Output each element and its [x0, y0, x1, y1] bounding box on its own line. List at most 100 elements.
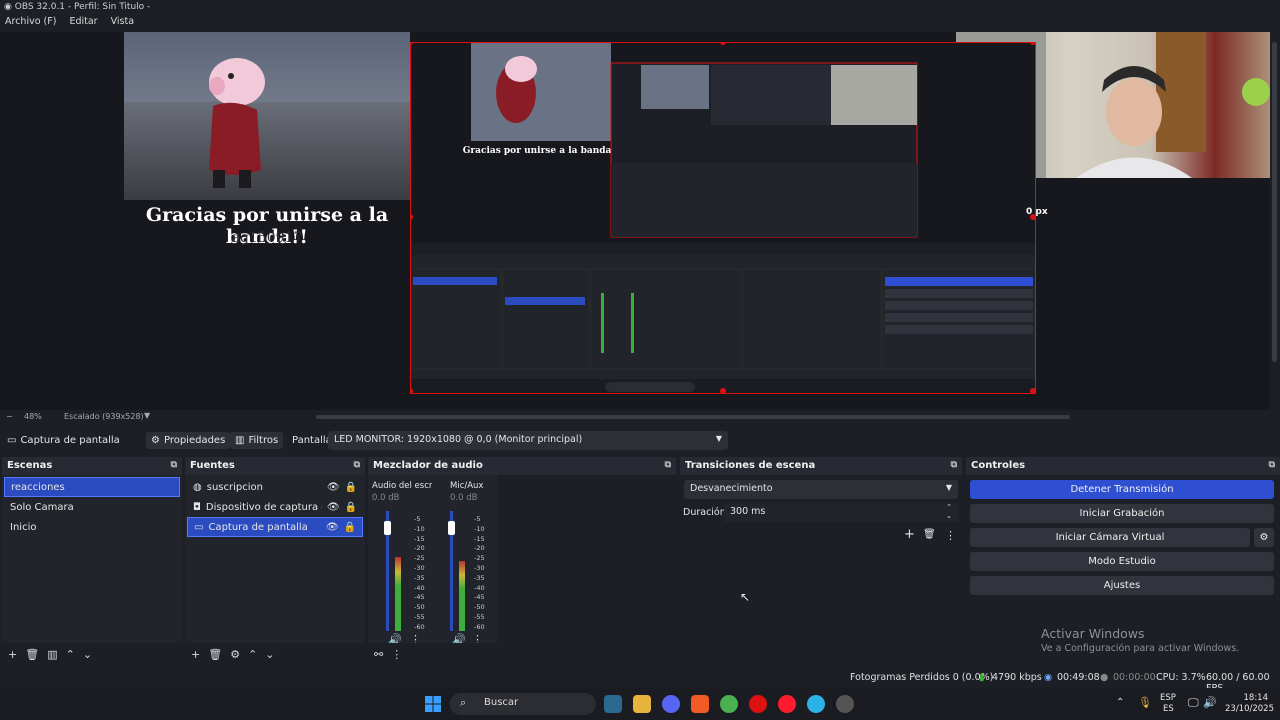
undock-icon[interactable]: ⧉	[171, 460, 177, 470]
preview-horizontal-scrollbar[interactable]	[316, 415, 1070, 419]
file-explorer-icon[interactable]	[633, 695, 651, 713]
app-icon-capcut[interactable]	[604, 695, 622, 713]
meter-tick-label: -25	[474, 554, 485, 563]
volume-meter	[448, 511, 465, 631]
volume-icon[interactable]: 🔊	[1203, 696, 1217, 709]
meter-tick-label: -15	[414, 534, 425, 543]
meter-tick-label: -20	[414, 544, 425, 553]
move-up-icon[interactable]: ⌃	[66, 648, 75, 661]
preview-scale-bar: − 48% Escalado (939x528) ▼	[0, 410, 1280, 424]
chrome-icon[interactable]	[720, 695, 738, 713]
add-icon[interactable]: +	[904, 527, 915, 542]
tray-chevron-up-icon[interactable]: ⌃	[1116, 697, 1124, 708]
brave-icon[interactable]	[691, 695, 709, 713]
zoom-out-icon[interactable]: −	[6, 412, 13, 421]
lock-icon[interactable]: 🔒	[345, 502, 357, 513]
meter-tick-label: -5	[474, 515, 481, 523]
volume-meter	[384, 511, 401, 631]
scene-item-solo-camara[interactable]: Solo Camara	[4, 497, 180, 517]
keyboard-layout[interactable]: ES	[1163, 704, 1174, 714]
add-icon[interactable]: +	[8, 648, 17, 661]
clock-date[interactable]: 23/10/2025	[1225, 704, 1274, 714]
source-item-screen-capture[interactable]: ▭ Captura de pantalla 👁 🔒	[187, 517, 363, 537]
network-icon[interactable]: 🖵	[1188, 696, 1199, 710]
add-icon[interactable]: +	[191, 648, 200, 661]
opera-icon[interactable]	[749, 695, 767, 713]
menu-file[interactable]: Archivo (F)	[5, 16, 56, 27]
stepper-icon[interactable]: ⌃ ⌄	[946, 503, 952, 521]
display-select[interactable]: LED MONITOR: 1920x1080 @ 0,0 (Monitor pr…	[328, 431, 728, 450]
undock-icon[interactable]: ⧉	[951, 460, 957, 470]
clock-time[interactable]: 18:14	[1232, 693, 1269, 703]
duration-input[interactable]: 300 ms ⌃ ⌄	[724, 503, 958, 522]
studio-mode-button[interactable]: Modo Estudio	[970, 552, 1274, 571]
eye-icon[interactable]: 👁	[326, 522, 339, 533]
stream-time: 00:49:08	[1057, 672, 1100, 683]
virtual-camera-settings-icon[interactable]: ⚙	[1254, 528, 1274, 547]
more-options-icon[interactable]: ⋮	[945, 529, 956, 542]
discord-icon[interactable]	[662, 695, 680, 713]
move-down-icon[interactable]: ⌄	[83, 648, 92, 661]
properties-button[interactable]: ⚙ Propiedades	[146, 432, 231, 449]
language-indicator[interactable]: ESP	[1160, 693, 1176, 703]
scale-dropdown-icon[interactable]: ▼	[144, 411, 150, 420]
settings-button[interactable]: Ajustes	[970, 576, 1274, 595]
filters-button[interactable]: ▥ Filtros	[230, 432, 284, 449]
windows-start-icon[interactable]	[425, 696, 441, 712]
meter-tick-label: -60	[474, 622, 485, 631]
preview-vertical-scrollbar[interactable]	[1270, 32, 1280, 410]
bitrate: 4790 kbps	[992, 672, 1042, 683]
microphone-icon[interactable]: 🎙	[1138, 696, 1152, 709]
windows-taskbar: ⌕ Buscar ⌃ 🎙 ESP ES 🖵 🔊 18:14 23/10/2025	[0, 688, 1280, 720]
lock-icon[interactable]: 🔒	[344, 522, 356, 533]
advanced-audio-icon[interactable]: ⚯	[374, 648, 383, 661]
taskbar-search[interactable]: ⌕ Buscar	[450, 693, 596, 715]
meter-tick-label: -50	[474, 603, 485, 612]
start-recording-button[interactable]: Iniciar Grabación	[970, 504, 1274, 523]
scene-item-reacciones[interactable]: reacciones	[4, 477, 180, 497]
volume-slider-handle[interactable]	[448, 521, 455, 535]
screen-capture-source[interactable]: Gracias por unirse a la banda!!	[410, 42, 1036, 394]
gear-icon: ⚙	[151, 435, 160, 446]
obs-taskbar-icon[interactable]	[836, 695, 854, 713]
meter-tick-label: -45	[414, 593, 425, 602]
search-icon: ⌕	[460, 696, 467, 709]
undock-icon[interactable]: ⧉	[1269, 460, 1275, 470]
source-item-capture-device[interactable]: ◘ Dispositivo de captura de vide 👁🔒	[187, 497, 363, 517]
gear-icon[interactable]: ⚙	[230, 648, 240, 661]
globe-icon: ◍	[193, 481, 202, 493]
chevron-down-icon: ▼	[715, 434, 722, 443]
scene-filters-icon[interactable]: ▥	[47, 648, 57, 661]
transitions-title: Transiciones de escena	[685, 460, 816, 471]
trash-icon[interactable]: 🗑	[25, 648, 39, 661]
move-down-icon[interactable]: ⌄	[265, 648, 274, 661]
trash-icon[interactable]: 🗑	[923, 529, 936, 540]
meter-tick-label: -10	[474, 524, 485, 533]
opera-gx-icon[interactable]	[778, 695, 796, 713]
edge-icon[interactable]	[807, 695, 825, 713]
eye-icon[interactable]: 👁	[327, 482, 340, 493]
distance-label: 0 px	[1026, 207, 1048, 217]
meter-tick-label: -5	[414, 515, 421, 523]
more-options-icon[interactable]: ⋮	[391, 648, 402, 661]
window-title-text: OBS 32.0.1 - Perfil: Sin Titulo -	[14, 2, 151, 12]
stop-streaming-button[interactable]: Detener Transmisión	[970, 480, 1274, 499]
start-virtual-camera-button[interactable]: Iniciar Cámara Virtual	[970, 528, 1250, 547]
menu-view[interactable]: Vista	[111, 16, 134, 27]
menu-edit[interactable]: Editar	[69, 16, 97, 27]
scene-item-inicio[interactable]: Inicio	[4, 517, 180, 537]
mouse-cursor-icon: ↖	[740, 590, 751, 604]
undock-icon[interactable]: ⧉	[354, 460, 360, 470]
meter-tick-label: -30	[414, 563, 425, 572]
eye-icon[interactable]: 👁	[327, 502, 340, 513]
trash-icon[interactable]: 🗑	[208, 648, 222, 661]
lock-icon[interactable]: 🔒	[345, 482, 357, 493]
volume-slider-handle[interactable]	[384, 521, 391, 535]
preview-canvas[interactable]: Gracias por unirse a la banda!! ag150917…	[0, 32, 1272, 410]
undock-icon[interactable]: ⧉	[665, 460, 671, 470]
move-up-icon[interactable]: ⌃	[248, 648, 257, 661]
source-item-suscripcion[interactable]: ◍ suscripcion 👁 🔒	[187, 477, 363, 497]
meter-tick-label: -55	[414, 612, 425, 621]
transition-select[interactable]: Desvanecimiento ▼	[684, 480, 958, 499]
obs-logo-icon: ◉	[4, 2, 12, 12]
